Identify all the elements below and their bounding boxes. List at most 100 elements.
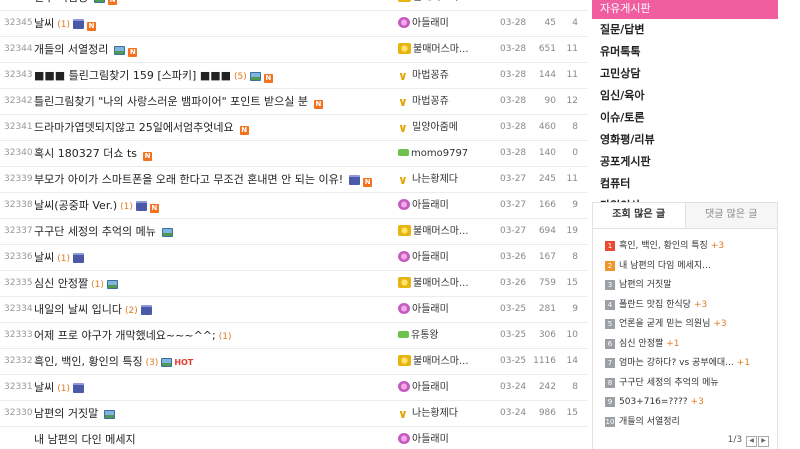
post-title-link[interactable]: 날씨 (1) bbox=[34, 375, 390, 402]
post-author[interactable]: 마법꽁쥬 bbox=[398, 63, 488, 88]
post-title-link[interactable]: 어제 프로 야구가 개막했네요~~~^^; (1) bbox=[34, 323, 390, 350]
table-row[interactable]: 32334 내일의 날씨 입니다 (2) 아들래미 03-25 281 9 bbox=[0, 297, 588, 323]
post-title-link[interactable]: 남편의 거짓말 bbox=[34, 401, 390, 428]
table-row[interactable]: 32340 혹시 180327 더쇼 ts Nmomo9797 03-28 140 0 bbox=[0, 141, 588, 167]
post-title-link[interactable]: 혹시 180327 더쇼 ts N bbox=[34, 141, 390, 168]
table-row[interactable]: 32346선수 비빔빵 N 불매머스마... 02-34165 12 bbox=[0, 0, 588, 11]
post-author[interactable]: 아들래미 bbox=[398, 375, 488, 400]
post-author[interactable]: 나는황제다 bbox=[398, 401, 488, 426]
member-level-icon bbox=[398, 303, 410, 314]
popular-title: 개들의 서열정리 bbox=[619, 416, 680, 427]
post-recommends: 4 bbox=[572, 18, 578, 28]
popular-list: 1 흑인, 백인, 황인의 특징 +3 2 내 남편의 다임 메세지... 3 남편의 거짓… bbox=[593, 229, 777, 432]
table-row[interactable]: 32332 흑인, 백인, 황인의 특징 (3) HOT 불매머스마... 03-25 11… bbox=[0, 349, 588, 375]
post-title: 내 남편의 다인 메세지 bbox=[34, 433, 136, 446]
category-qna[interactable]: 질문/답변 bbox=[592, 19, 778, 41]
post-title-link[interactable]: 틀린그림찾기 "나의 사랑스러운 뱀파이어" 포인트 받으실 분 N bbox=[34, 89, 390, 116]
category-free-board[interactable]: 자유게시판 bbox=[592, 0, 778, 19]
post-title-link[interactable]: 내 남편의 다인 메세지 bbox=[34, 427, 390, 449]
popular-title: 심신 안정짤 bbox=[619, 338, 664, 349]
table-row[interactable]: 32335 심신 안정짤 (1) 불매머스마... 03-26 759 15 bbox=[0, 271, 588, 297]
popular-item[interactable]: 4 폴란드 맛집 한식당 +3 bbox=[605, 296, 777, 316]
category-counsel[interactable]: 고민상담 bbox=[592, 63, 778, 85]
popular-item[interactable]: 7 엄마는 강하다? vs 공부에대... +1 bbox=[605, 354, 777, 374]
tab-most-viewed[interactable]: 조회 많은 글 bbox=[593, 203, 686, 228]
post-title-link[interactable]: 드라마가엽뎃되지않고 25일에서엄추엇네요 N bbox=[34, 115, 390, 142]
post-title-link[interactable]: 개들의 서열정리 N bbox=[34, 37, 390, 64]
post-author[interactable]: 아들래미 bbox=[398, 193, 488, 218]
pager-next-button[interactable]: ▶ bbox=[758, 436, 769, 447]
post-date: 03-28 bbox=[500, 44, 527, 54]
post-author[interactable]: 불매머스마... bbox=[398, 271, 488, 296]
post-number: 32337 bbox=[4, 226, 33, 236]
post-author[interactable]: 아들래미 bbox=[398, 297, 488, 322]
category-humor[interactable]: 유머톡톡 bbox=[592, 41, 778, 63]
table-row[interactable]: 32343■■■ 틀린그림찾기 159 [스파키] ■■■(5) N 마법꽁쥬 03-… bbox=[0, 63, 588, 89]
table-row[interactable]: 32333 어제 프로 야구가 개막했네요~~~^^; (1) 유통왕 03-25 306… bbox=[0, 323, 588, 349]
table-row[interactable]: 32341드라마가엽뎃되지않고 25일에서엄추엇네요 N 밀양아줌메 03-28 460… bbox=[0, 115, 588, 141]
table-row[interactable]: 32338 날씨(공중파 Ver.) (1) N 아들래미 03-27 166 9 bbox=[0, 193, 588, 219]
post-number: 32335 bbox=[4, 278, 33, 288]
post-author[interactable]: 아들래미 bbox=[398, 427, 488, 449]
category-horror[interactable]: 공포게시판 bbox=[592, 151, 778, 173]
comment-count: (1) bbox=[57, 20, 70, 30]
post-number: 32343 bbox=[4, 70, 33, 80]
pager-prev-button[interactable]: ◀ bbox=[746, 436, 757, 447]
table-row[interactable]: 32331 날씨 (1) 아들래미 03-24 242 8 bbox=[0, 375, 588, 401]
popular-item[interactable]: 2 내 남편의 다임 메세지... bbox=[605, 257, 777, 277]
author-name: 나는황제다 bbox=[412, 174, 458, 185]
popular-item[interactable]: 6 심신 안정짤 +1 bbox=[605, 335, 777, 355]
post-views: 166 bbox=[538, 200, 556, 210]
post-author[interactable]: 밀양아줌메 bbox=[398, 115, 488, 140]
post-author[interactable]: 아들래미 bbox=[398, 245, 488, 270]
table-row[interactable]: 32339 부모가 아이가 스마트폰을 오래 한다고 무조건 혼내면 안 되는 이… bbox=[0, 167, 588, 193]
table-row[interactable]: 32336 날씨 (1) 아들래미 03-26 167 8 bbox=[0, 245, 588, 271]
post-title-link[interactable]: 날씨 (1) N bbox=[34, 11, 390, 38]
table-row[interactable]: 32330남편의 거짓말 나는황제다 03-24 986 15 bbox=[0, 401, 588, 427]
post-author[interactable]: 불매머스마... bbox=[398, 37, 488, 62]
post-title: ■■■ 틀린그림찾기 159 [스파키] ■■■ bbox=[34, 69, 232, 82]
author-name: 밀양아줌메 bbox=[412, 122, 458, 133]
table-row[interactable]: 32344 개들의 서열정리 N 불매머스마... 03-28 651 11 bbox=[0, 37, 588, 63]
table-row[interactable]: 32337 구구단 세정의 추억의 메뉴 불매머스마... 03-27 694 19 bbox=[0, 219, 588, 245]
post-title-link[interactable]: 날씨(공중파 Ver.) (1) N bbox=[34, 193, 390, 220]
post-title-link[interactable]: 심신 안정짤 (1) bbox=[34, 271, 390, 298]
post-title-link[interactable]: ■■■ 틀린그림찾기 159 [스파키] ■■■ (5) N bbox=[34, 63, 390, 90]
table-row[interactable]: 32345 날씨 (1) N 아들래미 03-28 45 4 bbox=[0, 11, 588, 37]
category-parenting[interactable]: 임신/육아 bbox=[592, 85, 778, 107]
member-level-icon bbox=[398, 403, 410, 414]
post-title-link[interactable]: 구구단 세정의 추억의 메뉴 bbox=[34, 219, 390, 246]
post-views: 759 bbox=[538, 278, 556, 288]
popular-item[interactable]: 3 남편의 거짓말 bbox=[605, 276, 777, 296]
post-author[interactable]: 불매머스마... bbox=[398, 0, 488, 10]
table-row[interactable]: 32342틀린그림찾기 "나의 사랑스러운 뱀파이어" 포인트 받으실 분 N 마법… bbox=[0, 89, 588, 115]
popular-item[interactable]: 10 개들의 서열정리 bbox=[605, 413, 777, 433]
post-author[interactable]: 아들래미 bbox=[398, 11, 488, 36]
post-title: 틀린그림찾기 "나의 사랑스러운 뱀파이어" 포인트 받으실 분 bbox=[34, 95, 308, 108]
tab-most-commented[interactable]: 댓글 많은 글 bbox=[685, 203, 777, 228]
post-author[interactable]: 유통왕 bbox=[398, 323, 488, 348]
popular-item[interactable]: 1 흑인, 백인, 황인의 특징 +3 bbox=[605, 237, 777, 257]
post-author[interactable]: 마법꽁쥬 bbox=[398, 89, 488, 114]
post-recommends: 0 bbox=[572, 148, 578, 158]
post-title-link[interactable]: 흑인, 백인, 황인의 특징 (3) HOT bbox=[34, 349, 390, 376]
popular-item[interactable]: 5 언론을 굳게 믿는 의원님 +3 bbox=[605, 315, 777, 335]
post-date: 03-28 bbox=[500, 122, 527, 132]
image-attached-icon bbox=[249, 72, 261, 81]
category-review[interactable]: 영화평/리뷰 bbox=[592, 129, 778, 151]
popular-item[interactable]: 8 구구단 세정의 추억의 메뉴 bbox=[605, 374, 777, 394]
category-computer[interactable]: 컴퓨터 bbox=[592, 173, 778, 195]
video-attached-icon bbox=[73, 253, 84, 263]
post-author[interactable]: 불매머스마... bbox=[398, 349, 488, 374]
post-author[interactable]: 불매머스마... bbox=[398, 219, 488, 244]
post-title-link[interactable]: 내일의 날씨 입니다 (2) bbox=[34, 297, 390, 324]
post-title-link[interactable]: 날씨 (1) bbox=[34, 245, 390, 272]
table-row[interactable]: 내 남편의 다인 메세지 아들래미 bbox=[0, 427, 588, 449]
popular-item[interactable]: 9 503+716=???? +3 bbox=[605, 393, 777, 413]
member-level-icon bbox=[398, 225, 411, 236]
post-title-link[interactable]: 부모가 아이가 스마트폰을 오래 한다고 무조건 혼내면 안 되는 이유! N bbox=[34, 167, 390, 194]
category-issue[interactable]: 이슈/토론 bbox=[592, 107, 778, 129]
post-author[interactable]: 나는황제다 bbox=[398, 167, 488, 192]
post-author[interactable]: momo9797 bbox=[398, 141, 488, 166]
post-views: 986 bbox=[538, 408, 556, 418]
